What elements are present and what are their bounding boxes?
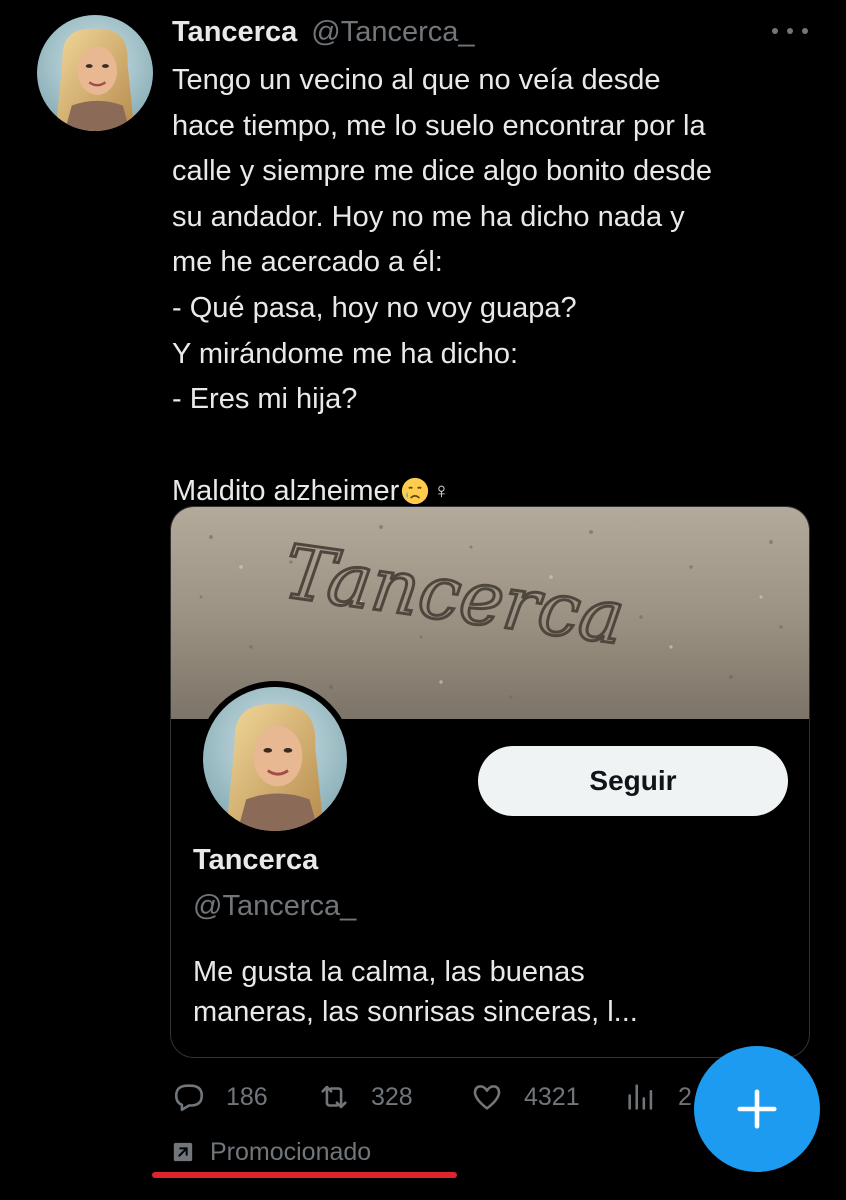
tweet-text-line: me he acercado a él: [172,246,443,279]
promoted-label[interactable]: Promocionado [172,1134,371,1170]
views-count: 2 [678,1082,692,1111]
reply-icon [174,1084,204,1112]
retweet-button[interactable]: 328 [317,1072,413,1122]
card-name[interactable]: Tancerca [193,844,318,877]
tweet-text-line: hace tiempo, me lo suelo encontrar por l… [172,109,706,142]
card-handle[interactable]: @Tancerca_ [193,890,356,923]
like-button[interactable]: 4321 [470,1072,580,1122]
tweet-text-line: - Qué pasa, hoy no voy guapa? [172,291,577,324]
promoted-arrow-icon [173,1142,193,1162]
views-button[interactable]: 2 [624,1072,692,1122]
more-options-icon[interactable] [772,28,808,38]
plus-icon [737,1089,777,1129]
sad-relieved-face-icon [401,474,429,505]
tweet-actions: 186 328 4321 2 [172,1072,712,1122]
compose-tweet-button[interactable] [694,1046,820,1172]
tweet-text-line: Y mirándome me ha dicho: [172,337,519,370]
profile-card[interactable]: Tancerca Seguir Tancerca @Tancerca_ Me g… [170,506,810,1058]
promoted-text: Promocionado [210,1137,372,1166]
like-count: 4321 [524,1082,580,1111]
annotation-underline [152,1172,457,1178]
author-name[interactable]: Tancerca [172,16,297,48]
like-icon [473,1085,501,1110]
author-avatar[interactable] [37,15,153,131]
retweet-icon [321,1085,347,1109]
card-avatar-photo [203,687,347,831]
tweet-text-line: Tengo un vecino al que no veía desde [172,64,661,96]
card-bio-line: maneras, las sonrisas sinceras, l... [193,996,638,1028]
reply-count: 186 [226,1082,268,1111]
follow-button[interactable]: Seguir [478,746,788,816]
card-bio-line: Me gusta la calma, las buenas [193,956,585,988]
retweet-count: 328 [371,1082,413,1111]
reply-button[interactable]: 186 [172,1072,268,1122]
card-bio: Me gusta la calma, las buenas maneras, l… [193,952,793,1032]
tweet-text-line: - Eres mi hija? [172,383,358,416]
tweet-header: Tancerca @Tancerca_ [172,14,475,50]
tweet-text-line: su andador. Hoy no me ha dicho nada y [172,200,685,233]
tweet-text: Tengo un vecino al que no veía desde hac… [172,58,832,514]
author-handle[interactable]: @Tancerca_ [311,16,474,48]
tweet-text-line: calle y siempre me dice algo bonito desd… [172,155,713,188]
author-photo [37,15,153,131]
card-avatar[interactable] [197,681,353,837]
tweet-text-last-words: Maldito alzheimer [172,475,400,508]
views-icon [628,1084,653,1110]
